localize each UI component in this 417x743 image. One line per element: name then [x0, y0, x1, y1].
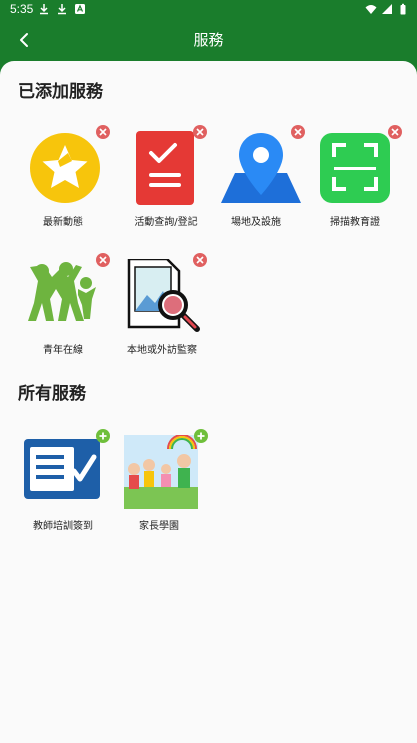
- remove-service-button[interactable]: [96, 253, 110, 267]
- remove-service-button[interactable]: [388, 125, 402, 139]
- status-bar: 5:35: [0, 0, 417, 20]
- battery-icon: [400, 3, 406, 15]
- close-icon: [196, 128, 204, 136]
- plus-icon: [99, 432, 107, 440]
- document-search-icon: [127, 257, 201, 333]
- download-icon: [40, 4, 48, 15]
- signal-icon: [382, 4, 392, 14]
- close-icon: [99, 256, 107, 264]
- add-service-button[interactable]: [96, 429, 110, 443]
- close-icon: [196, 256, 204, 264]
- service-label: 青年在線: [43, 345, 83, 356]
- status-time: 5:35: [10, 2, 34, 16]
- service-label: 場地及設施: [231, 217, 281, 228]
- page-title: 服務: [193, 31, 224, 49]
- checklist-icon: [131, 131, 205, 205]
- service-label: 家長學園: [139, 521, 179, 532]
- family-icon: [124, 434, 198, 509]
- download-icon: [58, 4, 66, 15]
- app-notification-icon: [75, 4, 85, 14]
- form-check-icon: [24, 439, 100, 513]
- app-bar: 服務: [0, 20, 417, 60]
- close-icon: [99, 128, 107, 136]
- close-icon: [391, 128, 399, 136]
- people-icon: [22, 259, 96, 333]
- content-panel: 已添加服務 最新動態 活動查詢/登記 場地及設施 掃描教育證 青年在線 本地或外…: [0, 61, 417, 743]
- remove-service-button[interactable]: [96, 125, 110, 139]
- add-service-button[interactable]: [194, 429, 208, 443]
- scan-icon: [320, 131, 394, 205]
- remove-service-button[interactable]: [193, 125, 207, 139]
- remove-service-button[interactable]: [291, 125, 305, 139]
- added-services-heading: 已添加服務: [15, 77, 107, 104]
- all-services-heading: 所有服務: [15, 379, 90, 406]
- plus-icon: [197, 432, 205, 440]
- service-label: 最新動態: [43, 217, 83, 228]
- map-pin-icon: [221, 131, 301, 205]
- wifi-icon: [365, 5, 377, 14]
- service-label: 教師培訓簽到: [33, 521, 93, 532]
- service-label: 本地或外訪監察: [127, 345, 197, 356]
- remove-service-button[interactable]: [193, 253, 207, 267]
- close-icon: [294, 128, 302, 136]
- service-label: 掃描教育證: [330, 217, 380, 228]
- star-icon: [28, 131, 102, 205]
